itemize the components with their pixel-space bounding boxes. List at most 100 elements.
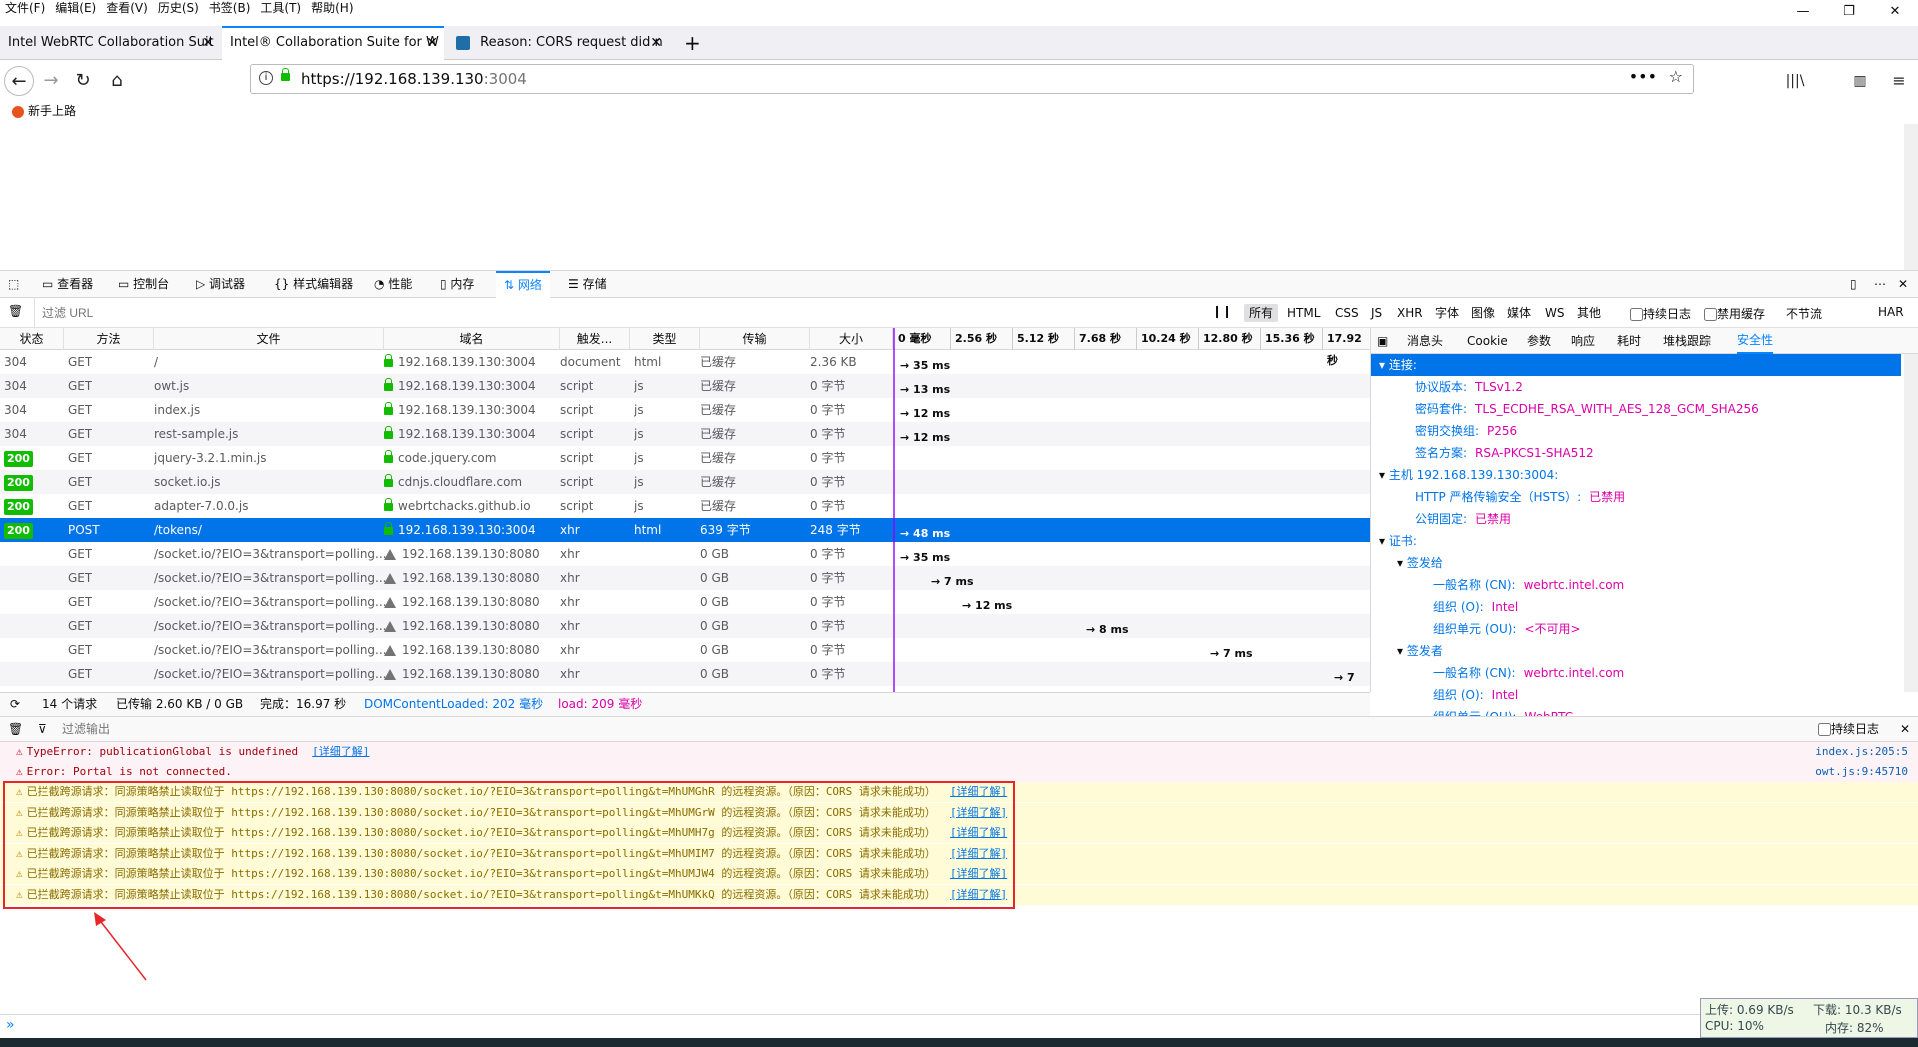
tab-network[interactable]: ⇅ 网络: [496, 271, 550, 298]
tab-inspector[interactable]: ▭ 查看器: [42, 271, 93, 298]
filter-css[interactable]: CSS: [1330, 304, 1364, 322]
restore-button[interactable]: ❐: [1826, 0, 1872, 26]
reload-icon[interactable]: ⟳: [10, 693, 20, 715]
tab-memory[interactable]: ▯ 内存: [440, 271, 474, 298]
console-persist-checkbox[interactable]: 持续日志: [1818, 717, 1879, 741]
pause-icon[interactable]: ❙❙: [1212, 304, 1232, 318]
request-row[interactable]: GET/socket.io/?EIO=3&transport=polling..…: [0, 638, 1370, 662]
source-location-link[interactable]: owt.js:9:45710: [1815, 762, 1908, 782]
tab-storage[interactable]: ☰ 存储: [568, 271, 607, 298]
request-row[interactable]: GET/socket.io/?EIO=3&transport=polling..…: [0, 566, 1370, 590]
throttle-select[interactable]: 不节流: [1786, 305, 1822, 322]
filter-url-input[interactable]: [42, 303, 442, 323]
tab-performance[interactable]: ◔ 性能: [374, 271, 412, 298]
tab-style-editor[interactable]: {} 样式编辑器: [274, 271, 353, 298]
page-scrollbar[interactable]: [1904, 124, 1918, 270]
learn-more-link[interactable]: [详细了解]: [312, 745, 369, 758]
menu-history[interactable]: 历史(S): [153, 0, 204, 16]
tab-console[interactable]: ▭ 控制台: [118, 271, 169, 298]
menu-tools[interactable]: 工具(T): [255, 0, 306, 16]
hamburger-menu-icon[interactable]: ≡: [1884, 66, 1914, 96]
filter-fonts[interactable]: 字体: [1430, 304, 1464, 322]
checkbox[interactable]: [1704, 308, 1717, 321]
filter-media[interactable]: 媒体: [1502, 304, 1536, 322]
trash-icon[interactable]: 🗑: [8, 304, 23, 318]
console-input[interactable]: »: [0, 1014, 1918, 1038]
security-entry[interactable]: ▾ 签发者: [1371, 640, 1901, 662]
tab-security[interactable]: 安全性: [1737, 328, 1774, 354]
insecure-lock-icon[interactable]: [281, 68, 290, 81]
tab-stack-trace[interactable]: 堆栈跟踪: [1663, 328, 1711, 354]
filter-funnel-icon[interactable]: ⊽: [38, 717, 47, 741]
col-status[interactable]: 状态: [0, 328, 64, 350]
col-file[interactable]: 文件: [154, 328, 384, 350]
dock-icon[interactable]: ▯: [1850, 271, 1857, 298]
minimize-button[interactable]: —: [1780, 0, 1826, 26]
menu-edit[interactable]: 编辑(E): [50, 0, 101, 16]
tab-params[interactable]: 参数: [1527, 328, 1551, 354]
close-split-console-icon[interactable]: ✕: [1900, 717, 1910, 741]
security-entry[interactable]: ▾ 连接:: [1371, 354, 1901, 376]
request-row[interactable]: GET/socket.io/?EIO=3&transport=polling..…: [0, 614, 1370, 638]
tab-collaboration-suite[interactable]: Intel® Collaboration Suite for W ✕: [222, 26, 444, 60]
col-cause[interactable]: 触发...: [560, 328, 630, 350]
har-menu[interactable]: HAR: [1878, 305, 1904, 319]
library-icon[interactable]: |||\: [1780, 66, 1810, 96]
info-icon[interactable]: i: [259, 71, 273, 85]
filter-other[interactable]: 其他: [1572, 304, 1606, 322]
filter-html[interactable]: HTML: [1282, 304, 1325, 322]
col-method[interactable]: 方法: [64, 328, 154, 350]
back-arrow-icon[interactable]: ←: [4, 66, 34, 96]
filter-ws[interactable]: WS: [1540, 304, 1569, 322]
filter-all[interactable]: 所有: [1244, 304, 1279, 322]
source-location-link[interactable]: index.js:205:5: [1815, 742, 1908, 762]
expand-twisty-icon[interactable]: ▾: [1379, 468, 1389, 482]
col-domain[interactable]: 域名: [384, 328, 560, 350]
security-entry[interactable]: ▾ 证书:: [1371, 530, 1901, 552]
col-type[interactable]: 类型: [630, 328, 700, 350]
tab-webrtc-suite[interactable]: Intel WebRTC Collaboration Suit ✕: [0, 26, 220, 60]
request-row[interactable]: 200 GET jquery-3.2.1.min.js code.jquery.com…: [0, 446, 1370, 470]
request-row[interactable]: 304 GET owt.js 192.168.139.130:3004 script js…: [0, 374, 1370, 398]
request-row[interactable]: 304 GET index.js 192.168.139.130:3004 script…: [0, 398, 1370, 422]
more-icon[interactable]: ⋯: [1874, 271, 1886, 298]
forward-arrow-icon[interactable]: →: [36, 66, 66, 96]
expand-twisty-icon[interactable]: ▾: [1379, 358, 1389, 372]
tab-cors-reason[interactable]: Reason: CORS request did n ✕: [446, 26, 668, 60]
bookmark-getting-started[interactable]: 新手上路: [28, 104, 76, 118]
reload-icon[interactable]: ↻: [68, 66, 98, 96]
bookmark-star-icon[interactable]: ☆: [1669, 67, 1683, 86]
panel-toggle-icon[interactable]: ▣: [1377, 328, 1388, 354]
request-row[interactable]: 200 GET adapter-7.0.0.js webrtchacks.github…: [0, 494, 1370, 518]
request-row[interactable]: 200 POST/tokens/192.168.139.130:3004 xhr ht…: [0, 518, 1370, 542]
tab-timings[interactable]: 耗时: [1617, 328, 1641, 354]
pick-element-icon[interactable]: ⬚: [8, 271, 19, 298]
col-size[interactable]: 大小: [810, 328, 893, 350]
tab-headers[interactable]: 消息头: [1407, 328, 1443, 354]
disable-cache-checkbox[interactable]: 禁用缓存: [1704, 305, 1765, 322]
filter-xhr[interactable]: XHR: [1392, 304, 1428, 322]
request-row[interactable]: GET/socket.io/?EIO=3&transport=polling..…: [0, 590, 1370, 614]
tab-cookies[interactable]: Cookie: [1467, 328, 1508, 354]
menu-view[interactable]: 查看(V): [101, 0, 153, 16]
tab-debugger[interactable]: ▷ 调试器: [196, 271, 245, 298]
menu-help[interactable]: 帮助(H): [306, 0, 358, 16]
menu-bookmarks[interactable]: 书签(B): [204, 0, 256, 16]
close-tab-icon[interactable]: ✕: [202, 26, 214, 60]
filter-images[interactable]: 图像: [1466, 304, 1500, 322]
clear-console-icon[interactable]: 🗑: [8, 717, 23, 741]
security-entry[interactable]: ▾ 签发给: [1371, 552, 1901, 574]
menu-file[interactable]: 文件(F): [0, 0, 50, 16]
console-filter-input[interactable]: [62, 720, 562, 738]
tab-response[interactable]: 响应: [1571, 328, 1595, 354]
security-entry[interactable]: ▾ 主机 192.168.139.130:3004:: [1371, 464, 1901, 486]
request-row[interactable]: 200 GET socket.io.js cdnjs.cloudflare.com sc…: [0, 470, 1370, 494]
close-window-button[interactable]: ✕: [1872, 0, 1918, 26]
home-icon[interactable]: ⌂: [102, 66, 132, 96]
checkbox[interactable]: [1818, 723, 1831, 736]
filter-js[interactable]: JS: [1366, 304, 1387, 322]
sidebar-icon[interactable]: ▥: [1845, 66, 1875, 96]
expand-twisty-icon[interactable]: ▾: [1397, 644, 1407, 658]
request-row[interactable]: GET/socket.io/?EIO=3&transport=polling..…: [0, 542, 1370, 566]
expand-twisty-icon[interactable]: ▾: [1379, 534, 1389, 548]
